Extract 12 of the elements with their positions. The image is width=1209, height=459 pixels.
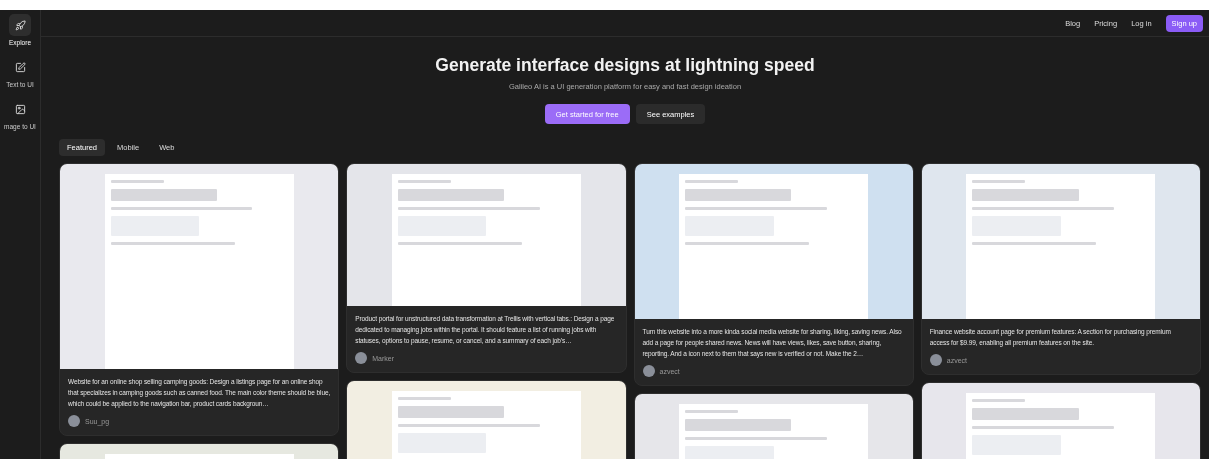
design-card[interactable] [633,163,914,386]
design-card[interactable] [59,163,340,436]
rocket-icon [14,19,26,31]
avatar [355,352,368,364]
sidebar-icon-button[interactable] [9,14,31,36]
image-icon [14,103,26,115]
design-card[interactable] [346,163,627,373]
avatar [68,415,80,427]
pen-square-icon [14,61,26,73]
avatar [929,354,942,366]
hero-title: Generate interface designs at lightning speed [435,55,815,76]
avatar [642,365,655,377]
